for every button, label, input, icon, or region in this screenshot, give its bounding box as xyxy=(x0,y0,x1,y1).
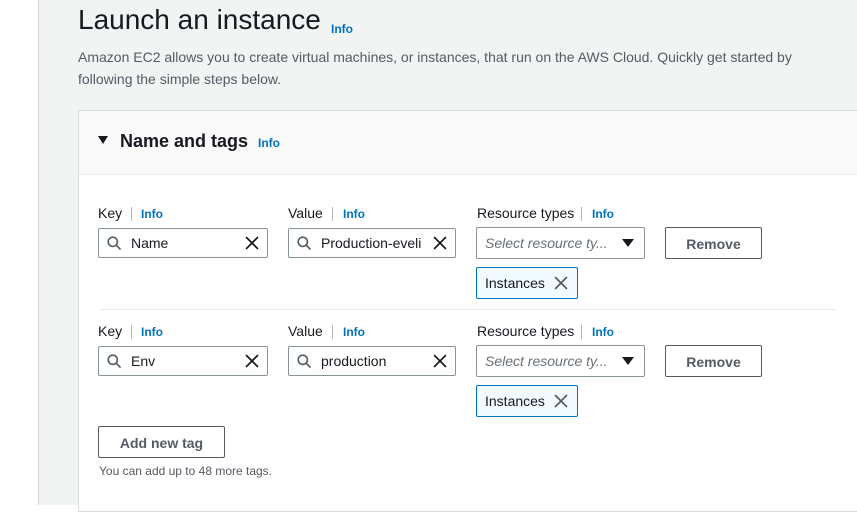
name-and-tags-panel: Name and tags Info Key Info Value Info R… xyxy=(78,110,857,512)
page-description: Amazon EC2 allows you to create virtual … xyxy=(78,49,792,87)
value-input[interactable]: production xyxy=(288,346,456,376)
token-label: Instances xyxy=(485,275,545,291)
page-title: Launch an instance xyxy=(78,4,321,35)
label-separator xyxy=(332,207,333,221)
value-value: Production-eveli xyxy=(321,235,422,251)
panel-info-link[interactable]: Info xyxy=(258,136,280,150)
resource-types-select[interactable]: Select resource ty... xyxy=(476,227,645,259)
resource-types-info-link[interactable]: Info xyxy=(592,325,614,339)
value-info-link[interactable]: Info xyxy=(343,207,365,221)
key-value: Name xyxy=(131,235,169,251)
close-icon[interactable] xyxy=(245,354,259,368)
key-info-link[interactable]: Info xyxy=(141,207,163,221)
close-icon[interactable] xyxy=(554,276,568,290)
key-label: Key xyxy=(98,323,123,339)
value-label: Value xyxy=(288,205,323,221)
label-separator xyxy=(581,325,582,339)
add-new-tag-button[interactable]: Add new tag xyxy=(98,426,225,458)
key-value: Env xyxy=(131,353,156,369)
remove-button[interactable]: Remove xyxy=(665,345,762,377)
resource-types-placeholder: Select resource ty... xyxy=(485,353,608,369)
key-label: Key xyxy=(98,205,123,221)
search-icon xyxy=(297,354,311,368)
caret-down-icon xyxy=(622,239,634,247)
panel-title: Name and tags xyxy=(120,131,249,151)
tags-remaining-hint: You can add up to 48 more tags. xyxy=(99,464,273,478)
search-icon xyxy=(107,354,121,368)
token-label: Instances xyxy=(485,393,545,409)
caret-down-icon[interactable] xyxy=(98,136,108,144)
label-separator xyxy=(581,207,582,221)
title-info-link[interactable]: Info xyxy=(331,22,353,36)
search-icon xyxy=(107,236,121,250)
value-info-link[interactable]: Info xyxy=(343,325,365,339)
close-icon[interactable] xyxy=(433,354,447,368)
resource-types-select[interactable]: Select resource ty... xyxy=(476,345,645,377)
panel-header[interactable]: Name and tags Info xyxy=(79,111,857,175)
resource-types-label: Resource types xyxy=(477,323,575,339)
value-input[interactable]: Production-eveli xyxy=(288,228,456,258)
resource-type-token: Instances xyxy=(476,385,578,417)
key-input[interactable]: Name xyxy=(98,228,268,258)
close-icon[interactable] xyxy=(554,394,568,408)
key-info-link[interactable]: Info xyxy=(141,325,163,339)
label-separator xyxy=(332,325,333,339)
label-separator xyxy=(131,325,132,339)
resource-types-info-link[interactable]: Info xyxy=(592,207,614,221)
resource-types-label: Resource types xyxy=(477,205,575,221)
resource-type-token: Instances xyxy=(476,267,578,299)
search-icon xyxy=(297,236,311,250)
key-input[interactable]: Env xyxy=(98,346,268,376)
left-gutter xyxy=(0,0,39,505)
resource-types-placeholder: Select resource ty... xyxy=(485,235,608,251)
label-separator xyxy=(131,207,132,221)
row-divider xyxy=(99,309,836,310)
remove-button[interactable]: Remove xyxy=(665,227,762,259)
close-icon[interactable] xyxy=(433,236,447,250)
close-icon[interactable] xyxy=(245,236,259,250)
value-value: production xyxy=(321,353,387,369)
value-label: Value xyxy=(288,323,323,339)
caret-down-icon xyxy=(622,357,634,365)
